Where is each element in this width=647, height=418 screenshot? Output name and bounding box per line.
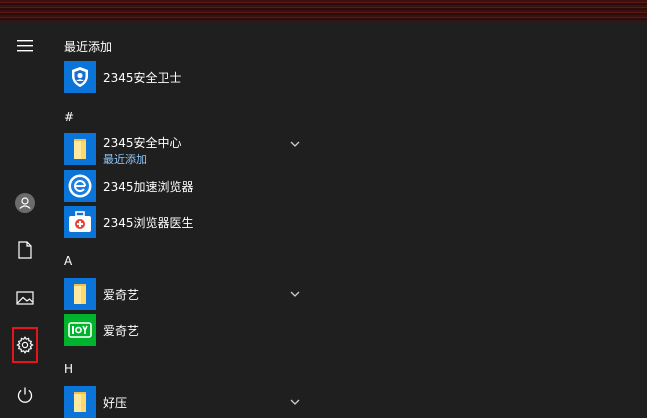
group-header-recent: 最近添加	[64, 40, 113, 54]
app-item-2345-browser-doctor[interactable]: 2345浏览器医生	[64, 204, 308, 238]
group-header-hash: #	[64, 110, 75, 124]
app-tile	[64, 170, 96, 202]
user-avatar-icon	[15, 193, 35, 213]
folder-icon	[74, 139, 86, 159]
user-account-button[interactable]	[10, 188, 40, 218]
app-tile	[64, 61, 96, 93]
chevron-down-icon[interactable]	[288, 287, 302, 301]
app-folder-iqiyi[interactable]: 爱奇艺	[64, 276, 308, 310]
app-name: 爱奇艺	[103, 288, 140, 302]
hamburger-menu-button[interactable]	[10, 31, 40, 61]
hamburger-menu-icon	[17, 40, 33, 52]
power-button[interactable]	[10, 380, 40, 410]
app-name: 2345加速浏览器	[103, 180, 194, 194]
app-folder-2345-security-center[interactable]: 2345安全中心 最近添加	[64, 131, 308, 166]
folder-icon	[74, 392, 86, 412]
chevron-down-icon[interactable]	[288, 137, 302, 151]
app-tile	[64, 133, 96, 165]
power-icon	[17, 387, 33, 403]
app-item-2345-accelerated-browser[interactable]: 2345加速浏览器	[64, 168, 308, 202]
taskbar-top-strip	[0, 0, 647, 21]
app-tile	[64, 278, 96, 310]
start-menu-rail	[0, 21, 50, 416]
app-tile	[64, 314, 96, 346]
pictures-icon	[16, 291, 34, 305]
app-name: 2345浏览器医生	[103, 216, 194, 230]
group-header-h: H	[64, 362, 74, 376]
settings-gear-icon	[16, 336, 34, 354]
folder-icon	[74, 284, 86, 304]
browser-icon	[68, 174, 92, 198]
recently-added-badge: 最近添加	[103, 153, 147, 166]
app-list: 最近添加 2345安全卫士 # 2345安全中心 最近添加 2345加速浏览器 …	[56, 21, 316, 418]
iqiyi-icon	[68, 322, 92, 338]
pictures-button[interactable]	[10, 283, 40, 313]
app-item-2345-security-guard[interactable]: 2345安全卫士	[64, 59, 308, 93]
app-folder-haozip[interactable]: 好压	[64, 384, 308, 418]
app-item-iqiyi[interactable]: 爱奇艺	[64, 312, 308, 346]
app-name: 好压	[103, 396, 128, 410]
shield-icon	[72, 67, 88, 87]
app-tile	[64, 206, 96, 238]
settings-button[interactable]	[12, 327, 38, 363]
documents-icon	[18, 241, 32, 259]
documents-button[interactable]	[10, 235, 40, 265]
group-header-a: A	[64, 254, 73, 268]
app-name: 2345安全中心	[103, 136, 182, 150]
app-name: 2345安全卫士	[103, 71, 182, 85]
chevron-down-icon[interactable]	[288, 395, 302, 409]
app-tile	[64, 386, 96, 418]
app-name: 爱奇艺	[103, 324, 140, 338]
medical-kit-icon	[69, 211, 91, 232]
